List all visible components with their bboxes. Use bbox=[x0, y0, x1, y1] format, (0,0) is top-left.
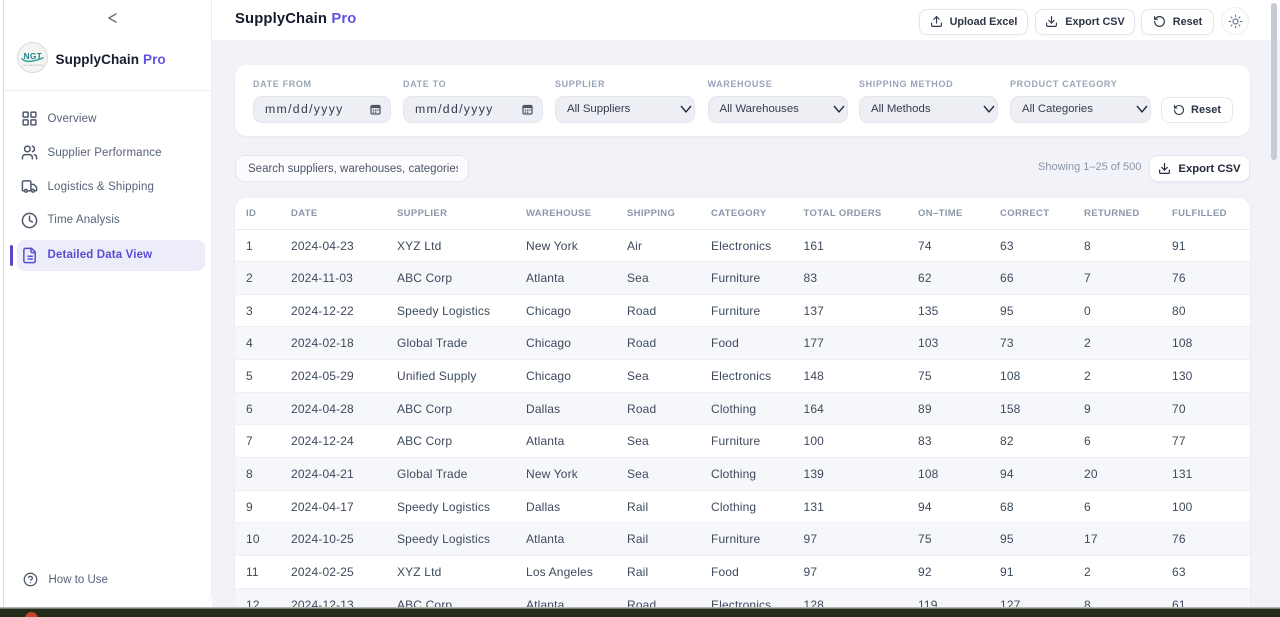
svg-text:NOT THE OBVIOUS: NOT THE OBVIOUS bbox=[23, 65, 43, 67]
